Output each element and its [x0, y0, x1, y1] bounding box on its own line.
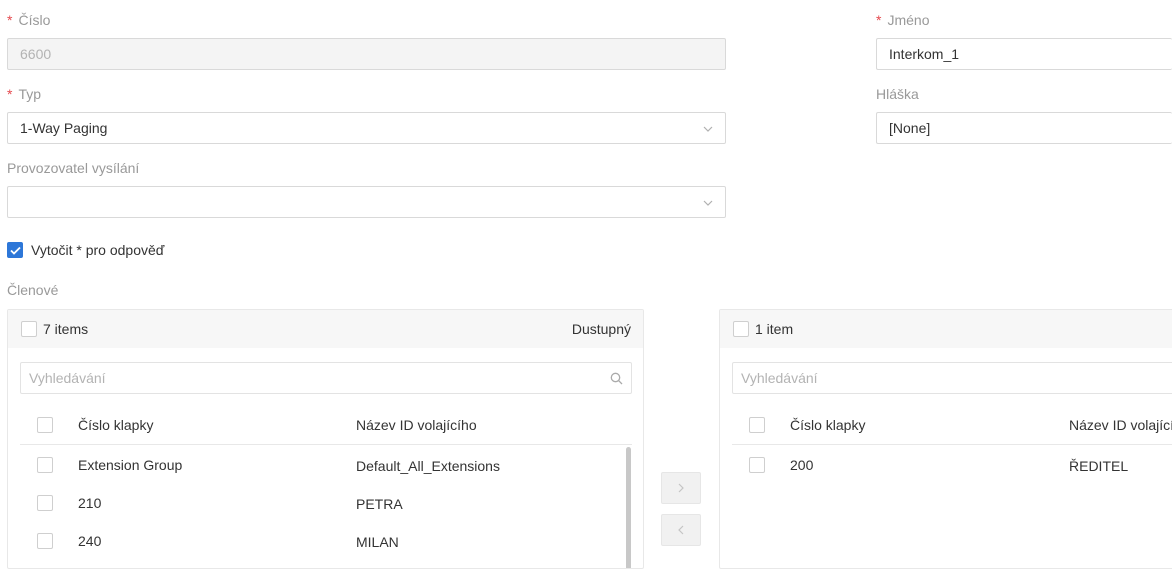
selected-header-checkbox[interactable] — [749, 417, 765, 433]
name-label: * Jméno — [876, 12, 929, 28]
available-title: Dustupný — [571, 321, 631, 337]
number-label: * Číslo — [7, 12, 50, 28]
announcement-label: Hláška — [876, 86, 919, 102]
type-label: * Typ — [7, 86, 41, 102]
available-count: 7 items — [43, 321, 89, 337]
row-caller-id: MILAN — [356, 534, 399, 550]
available-scrollbar[interactable] — [626, 447, 631, 568]
row-caller-id: Default_All_Extensions — [356, 458, 500, 474]
chevron-down-icon — [703, 126, 713, 132]
available-search-placeholder: Vyhledávání — [29, 370, 106, 386]
number-field-value: 6600 — [20, 46, 52, 62]
name-field[interactable]: Interkom_1 — [876, 38, 1172, 70]
selected-search-input[interactable]: Vyhledávání — [732, 362, 1172, 394]
name-field-value: Interkom_1 — [889, 46, 960, 62]
available-search-input[interactable]: Vyhledávání — [20, 362, 632, 394]
column-extension: Číslo klapky — [790, 417, 866, 433]
required-mark: * — [7, 12, 13, 28]
selected-search-placeholder: Vyhledávání — [741, 370, 818, 386]
announcement-select[interactable]: [None] — [876, 112, 1172, 144]
chevron-right-icon — [678, 483, 684, 493]
search-icon — [610, 372, 623, 385]
table-row[interactable]: 210 PETRA — [20, 484, 632, 522]
type-select[interactable]: 1-Way Paging — [7, 112, 726, 144]
row-checkbox[interactable] — [37, 495, 53, 511]
table-row[interactable]: 240 MILAN — [20, 522, 632, 560]
row-extension: 210 — [78, 495, 102, 511]
available-header-checkbox[interactable] — [37, 417, 53, 433]
column-extension: Číslo klapky — [78, 417, 154, 433]
header-divider — [732, 444, 1172, 445]
number-label-text: Číslo — [18, 12, 51, 28]
selected-count: 1 item — [755, 321, 794, 337]
required-mark: * — [7, 86, 13, 102]
available-panel-header — [8, 310, 643, 348]
selected-select-all-checkbox[interactable] — [733, 321, 749, 337]
number-field[interactable]: 6600 — [7, 38, 726, 70]
move-left-button[interactable] — [661, 514, 701, 546]
table-row[interactable]: Extension Group Default_All_Extensions — [20, 446, 632, 484]
dial-answer-checkbox[interactable] — [7, 242, 23, 258]
available-select-all-checkbox[interactable] — [21, 321, 37, 337]
type-select-value: 1-Way Paging — [20, 120, 108, 136]
dial-answer-label[interactable]: Vytočit * pro odpověď — [31, 242, 164, 258]
row-caller-id: ŘEDITEL — [1069, 458, 1129, 474]
announcement-select-value: [None] — [889, 120, 931, 136]
broadcaster-label: Provozovatel vysílání — [7, 160, 140, 176]
column-caller-id: Název ID volajícího — [356, 417, 477, 433]
broadcaster-select[interactable] — [7, 186, 726, 218]
row-checkbox[interactable] — [37, 533, 53, 549]
row-extension: 240 — [78, 533, 102, 549]
row-checkbox[interactable] — [749, 457, 765, 473]
table-row[interactable]: 200 ŘEDITEL — [732, 446, 1172, 484]
available-panel: 7 items Dustupný Vyhledávání Číslo klapk… — [7, 309, 644, 569]
chevron-left-icon — [678, 525, 684, 535]
header-divider — [20, 444, 632, 445]
required-mark: * — [876, 12, 882, 28]
move-right-button[interactable] — [661, 472, 701, 504]
name-label-text: Jméno — [887, 12, 930, 28]
members-label: Členové — [7, 282, 59, 298]
checkmark-icon — [9, 246, 21, 255]
selected-panel: 1 item Vyhledávání Číslo klapky Název ID… — [719, 309, 1172, 569]
chevron-down-icon — [703, 200, 713, 206]
row-checkbox[interactable] — [37, 457, 53, 473]
type-label-text: Typ — [18, 86, 42, 102]
column-caller-id: Název ID volajícího — [1069, 417, 1172, 433]
row-caller-id: PETRA — [356, 496, 403, 512]
row-extension: 200 — [790, 457, 814, 473]
row-extension: Extension Group — [78, 457, 183, 473]
